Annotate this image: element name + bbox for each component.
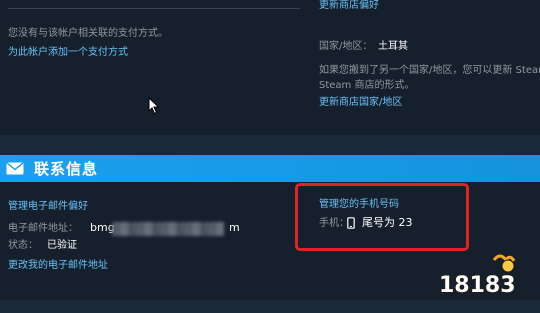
status-label: 状态： [8, 240, 38, 251]
mouse-cursor-icon [148, 97, 160, 115]
email-redacted-blur [112, 222, 224, 236]
change-email-link[interactable]: 更改我的电子邮件地址 [8, 260, 108, 272]
email-value-prefix: bmg [90, 221, 115, 234]
add-payment-method-link[interactable]: 为此帐户添加一个支付方式 [8, 47, 128, 59]
watermark-text: 18183 [439, 273, 516, 298]
mail-icon [6, 162, 24, 175]
phone-label: 手机： [319, 218, 349, 229]
mobile-phone-icon [347, 217, 355, 229]
country-value: 土耳其 [378, 41, 408, 52]
email-value-suffix: m [229, 221, 240, 234]
country-label: 国家/地区： [319, 41, 373, 52]
update-store-preferences-link[interactable]: 更新商店偏好 [319, 0, 379, 12]
contact-info-title: 联系信息 [34, 160, 99, 178]
email-label: 电子邮件地址： [8, 223, 78, 234]
watermark-logo: 18183 [438, 254, 516, 299]
section-divider [8, 8, 300, 9]
section-gap [0, 135, 540, 155]
moved-country-notice: 如果您搬到了另一个国家/地区，您可以更新 Steam [319, 65, 540, 76]
manage-email-preferences-link[interactable]: 管理电子邮件偏好 [8, 201, 88, 213]
no-payment-method-text: 您没有与该帐户相关联的支付方式。 [8, 28, 168, 39]
moved-country-notice-cont: Steam 商店的形式。 [319, 80, 415, 91]
status-value: 已验证 [47, 240, 77, 251]
phone-value: 尾号为 23 [362, 216, 413, 229]
update-store-country-link[interactable]: 更新商店国家/地区 [319, 97, 402, 109]
manage-phone-number-link[interactable]: 管理您的手机号码 [319, 199, 399, 211]
